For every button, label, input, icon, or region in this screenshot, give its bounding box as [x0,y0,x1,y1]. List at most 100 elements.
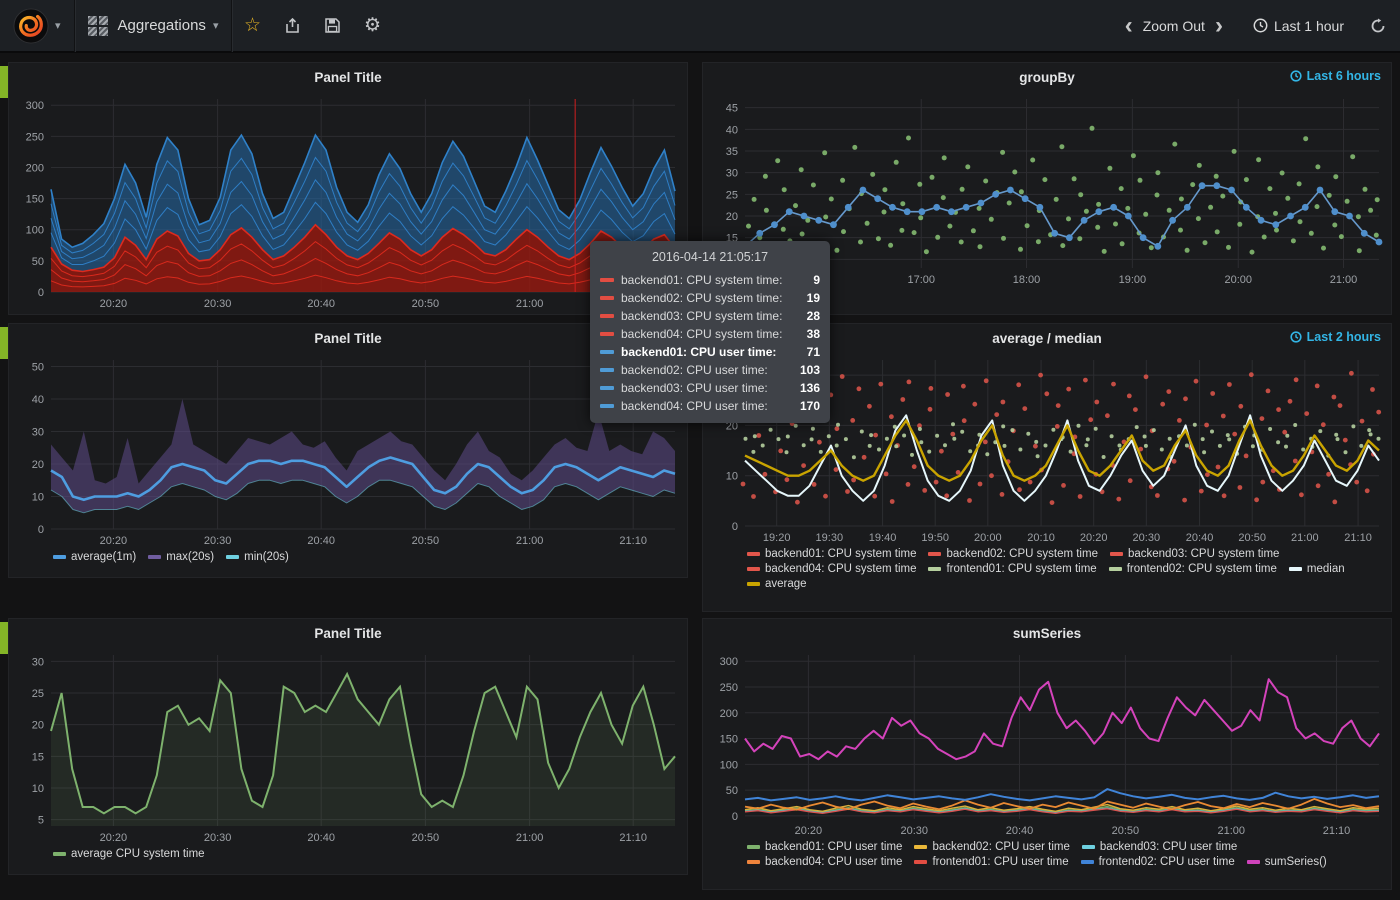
series-color-swatch [747,860,760,864]
svg-text:20:50: 20:50 [412,832,440,844]
legend-item[interactable]: average(1m) [53,551,136,563]
svg-text:18:00: 18:00 [1013,274,1041,286]
series-color-swatch [1247,860,1260,864]
settings-button[interactable]: ⚙ [352,0,392,52]
band-line-chart[interactable]: 0102030405020:2020:3020:4020:5021:0021:1… [9,352,687,549]
legend-item[interactable]: sumSeries() [1247,856,1327,868]
refresh-button[interactable] [1370,18,1386,34]
multi-line-chart[interactable]: 05010015020025030020:2020:3020:4020:5021… [703,647,1391,839]
time-override-badge[interactable]: Last 6 hours [1290,69,1381,83]
legend-item[interactable]: average CPU system time [53,848,205,860]
time-controls: ‹ Zoom Out › Last 1 hour [1115,14,1400,38]
legend-item[interactable]: frontend02: CPU user time [1081,856,1235,868]
legend-item[interactable]: backend04: CPU system time [747,563,916,575]
panel-title[interactable]: Panel Title [314,626,381,641]
grafana-menu[interactable]: ▾ [0,0,74,52]
dashboard-title: Aggregations [118,17,206,34]
time-range-picker[interactable]: Last 1 hour [1253,18,1344,34]
panel-title[interactable]: sumSeries [1013,626,1081,641]
time-shift-left-button[interactable]: ‹ [1115,14,1143,38]
series-color-swatch [600,332,614,336]
svg-text:150: 150 [720,734,738,746]
series-color-swatch [1081,860,1094,864]
legend-item[interactable]: backend03: CPU user time [1082,841,1237,853]
svg-text:20:30: 20:30 [204,832,232,844]
tooltip-series-row: backend03: CPU user time:136 [600,379,820,397]
legend-item[interactable]: backend02: CPU user time [914,841,1069,853]
star-icon: ☆ [244,16,261,35]
svg-text:10: 10 [32,492,44,504]
legend-item[interactable]: backend02: CPU system time [928,548,1097,560]
legend-item[interactable]: frontend01: CPU system time [928,563,1096,575]
svg-text:21:00: 21:00 [516,832,544,844]
legend: average CPU system time [9,846,687,864]
svg-text:19:00: 19:00 [1119,274,1147,286]
svg-text:20:00: 20:00 [1224,274,1252,286]
legend-item[interactable]: median [1289,563,1345,575]
series-color-swatch [600,350,614,354]
svg-text:20:20: 20:20 [795,825,823,837]
legend-item[interactable]: backend03: CPU system time [1110,548,1279,560]
clock-icon [1253,18,1268,33]
svg-text:20:50: 20:50 [412,535,440,547]
panel-title[interactable]: Panel Title [314,331,381,346]
svg-text:250: 250 [720,682,738,694]
svg-text:200: 200 [26,162,44,174]
series-color-swatch [600,404,614,408]
tooltip-series-row: backend04: CPU system time:38 [600,325,820,343]
svg-text:20:20: 20:20 [100,832,128,844]
svg-text:19:20: 19:20 [763,532,791,544]
svg-text:100: 100 [720,759,738,771]
tooltip-series-row: backend01: CPU system time:9 [600,271,820,289]
series-color-swatch [914,860,927,864]
svg-text:0: 0 [732,811,738,823]
tooltip-series-row: backend04: CPU user time:170 [600,397,820,415]
svg-text:20:20: 20:20 [100,535,128,547]
share-button[interactable] [272,0,312,52]
svg-text:20:30: 20:30 [901,825,929,837]
legend-item[interactable]: backend04: CPU user time [747,856,902,868]
panel-title[interactable]: groupBy [1019,70,1075,85]
tooltip-series-row: backend02: CPU user time:103 [600,361,820,379]
refresh-icon [1370,18,1386,34]
panel-stacked-cpu: Panel Title 05010015020025030020:2020:30… [8,62,688,315]
svg-text:150: 150 [26,194,44,206]
legend-item[interactable]: min(20s) [226,551,289,563]
legend-item[interactable]: max(20s) [148,551,214,563]
zoom-out-button[interactable]: Zoom Out [1143,18,1205,34]
svg-text:20:20: 20:20 [1080,532,1108,544]
svg-text:20:20: 20:20 [100,298,128,310]
svg-text:21:10: 21:10 [1323,825,1351,837]
svg-text:21:00: 21:00 [1218,825,1246,837]
svg-text:25: 25 [32,688,44,700]
series-color-swatch [914,845,927,849]
save-button[interactable] [312,0,352,52]
star-button[interactable]: ☆ [232,0,272,52]
tooltip-series-row: backend01: CPU user time:71 [600,343,820,361]
legend-item[interactable]: average [747,578,807,590]
svg-text:40: 40 [726,124,738,136]
svg-text:20:40: 20:40 [1006,825,1034,837]
gear-icon: ⚙ [364,16,381,35]
legend-item[interactable]: frontend01: CPU user time [914,856,1068,868]
time-override-badge[interactable]: Last 2 hours [1290,330,1381,344]
stacked-area-chart[interactable]: 05010015020025030020:2020:3020:4020:5021… [9,91,687,312]
svg-text:20:10: 20:10 [1027,532,1055,544]
dashboard-picker[interactable]: Aggregations ▾ [75,0,232,52]
legend-item[interactable]: backend01: CPU user time [747,841,902,853]
svg-text:20:00: 20:00 [974,532,1002,544]
svg-text:0: 0 [38,524,44,536]
time-shift-right-button[interactable]: › [1205,14,1233,38]
line-chart[interactable]: 5101520253020:2020:3020:4020:5021:0021:1… [9,647,687,846]
legend-item[interactable]: frontend02: CPU system time [1109,563,1277,575]
panel-title[interactable]: average / median [992,331,1102,346]
svg-text:50: 50 [32,256,44,268]
panel-title[interactable]: Panel Title [314,70,381,85]
svg-text:20: 20 [32,459,44,471]
svg-text:21:00: 21:00 [516,535,544,547]
clock-icon [1290,70,1302,82]
legend-item[interactable]: backend01: CPU system time [747,548,916,560]
svg-text:19:30: 19:30 [816,532,844,544]
svg-text:20:30: 20:30 [1133,532,1161,544]
svg-text:40: 40 [32,394,44,406]
